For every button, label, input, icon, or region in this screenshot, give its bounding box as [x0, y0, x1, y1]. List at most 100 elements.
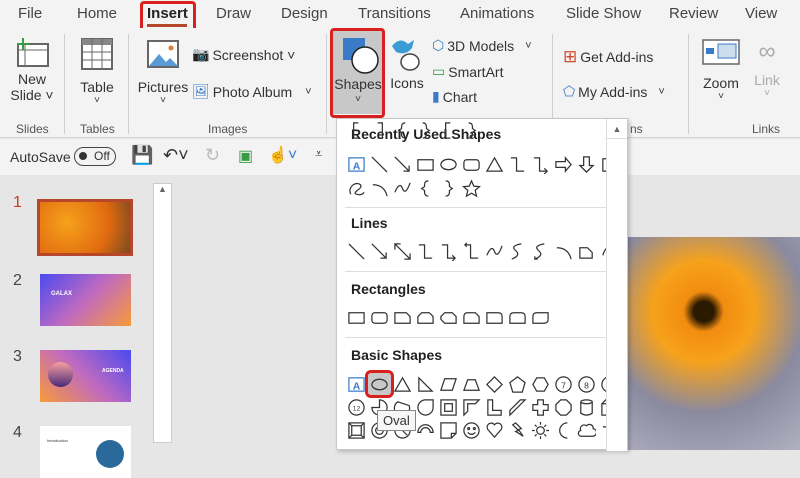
shape-diagstripe[interactable]	[506, 396, 529, 418]
get-addins-button[interactable]: ⊞ Get Add-ins	[563, 47, 653, 67]
shape-frame[interactable]	[437, 396, 460, 418]
slide-thumbnail-3[interactable]: AGENDA	[40, 350, 131, 402]
slide-canvas[interactable]	[625, 237, 800, 450]
tab-file[interactable]: File	[18, 5, 42, 22]
shape-dblarrow[interactable]	[391, 240, 414, 262]
shape-oval[interactable]	[365, 370, 394, 398]
shape-trapezoid[interactable]	[460, 373, 483, 395]
save-icon[interactable]: 💾	[131, 145, 153, 166]
shape-curve[interactable]	[391, 177, 414, 199]
touch-mode-icon[interactable]: ☝˅	[268, 145, 297, 165]
shape-bevel[interactable]	[345, 419, 368, 441]
shape-lightning[interactable]	[506, 419, 529, 441]
autosave-toggle[interactable]: Off	[74, 147, 116, 166]
shape-round2[interactable]	[506, 306, 529, 328]
zoom-button[interactable]: Zoom ˅	[698, 38, 744, 102]
shape-triangle[interactable]	[391, 373, 414, 395]
icons-button[interactable]: Icons	[388, 36, 426, 91]
photo-album-button[interactable]: 🖼 Photo Album ˅	[192, 83, 312, 100]
link-button[interactable]: ∞ Link ˅	[750, 38, 784, 99]
shape-snip2[interactable]	[414, 306, 437, 328]
shape-hexagon[interactable]	[529, 373, 552, 395]
shape-arrow[interactable]	[368, 240, 391, 262]
shape-lbrace2[interactable]	[391, 119, 414, 141]
shape-sun[interactable]	[529, 419, 552, 441]
undo-icon[interactable]: ↶˅	[163, 145, 189, 166]
shape-diamond[interactable]	[483, 373, 506, 395]
shape-line[interactable]	[345, 240, 368, 262]
shape-freeform2[interactable]	[575, 240, 598, 262]
shape-textbox[interactable]: A	[345, 373, 368, 395]
shape-curvearrow[interactable]	[506, 240, 529, 262]
shape-cloud[interactable]	[575, 419, 598, 441]
shape-arrow[interactable]	[391, 153, 414, 175]
shape-line[interactable]	[368, 153, 391, 175]
shape-roundsnip[interactable]	[460, 306, 483, 328]
shape-roundrect[interactable]	[368, 306, 391, 328]
shape-cross[interactable]	[529, 396, 552, 418]
shape-lbracket2[interactable]	[437, 119, 460, 141]
present-icon[interactable]: ▣	[238, 146, 253, 166]
smartart-button[interactable]: ▭ SmartArt	[432, 63, 503, 80]
shape-blockarc[interactable]	[414, 419, 437, 441]
shape-arc[interactable]	[552, 240, 575, 262]
my-addins-button[interactable]: ⬠ My Add-ins ˅	[563, 83, 665, 100]
shape-downarrow[interactable]	[575, 153, 598, 175]
shape-parallelogram[interactable]	[437, 373, 460, 395]
shape-lbracket[interactable]	[345, 119, 368, 141]
shape-rbrace2[interactable]	[414, 119, 437, 141]
shape-rbrace3[interactable]	[460, 119, 483, 141]
shape-halfframe[interactable]	[460, 396, 483, 418]
shapes-scrollbar[interactable]: ▲	[606, 119, 627, 451]
shape-round3[interactable]	[529, 306, 552, 328]
shape-rbracket[interactable]	[368, 119, 391, 141]
shape-arc[interactable]	[368, 177, 391, 199]
shape-rtriangle[interactable]	[414, 373, 437, 395]
tab-slide-show[interactable]: Slide Show	[566, 5, 641, 22]
shape-octagon[interactable]	[552, 396, 575, 418]
shape-elbow[interactable]	[506, 153, 529, 175]
shape-elbowdbl[interactable]	[460, 240, 483, 262]
tab-view[interactable]: View	[745, 5, 777, 22]
shape-foldedcorner[interactable]	[437, 419, 460, 441]
chart-button[interactable]: ▮ Chart	[432, 88, 477, 105]
3d-models-button[interactable]: ⬡ 3D Models ˅	[432, 37, 532, 54]
shape-teardrop[interactable]	[414, 396, 437, 418]
shape-pentagon[interactable]	[506, 373, 529, 395]
shape-round1[interactable]	[483, 306, 506, 328]
shape-snip1[interactable]	[391, 306, 414, 328]
shape-elbowarrow[interactable]	[529, 153, 552, 175]
pictures-button[interactable]: Pictures ˅	[137, 40, 189, 106]
shape-freeform[interactable]	[345, 177, 368, 199]
shape-lshape[interactable]	[483, 396, 506, 418]
table-button[interactable]: Table ˅	[74, 38, 120, 106]
shape-curve[interactable]	[483, 240, 506, 262]
shape-elbowarrow[interactable]	[437, 240, 460, 262]
shape-rect[interactable]	[414, 153, 437, 175]
shape-rightarrow[interactable]	[552, 153, 575, 175]
slide-thumbnail-2[interactable]: GALAX	[40, 274, 131, 326]
shape-n7[interactable]: 7	[552, 373, 575, 395]
tab-transitions[interactable]: Transitions	[358, 5, 431, 22]
customize-qat-icon[interactable]: ⩡	[315, 146, 322, 162]
shape-can[interactable]	[575, 396, 598, 418]
screenshot-button[interactable]: 📷 Screenshot ˅	[192, 46, 295, 63]
shape-textbox[interactable]: A	[345, 153, 368, 175]
shape-curvedbl[interactable]	[529, 240, 552, 262]
tab-draw[interactable]: Draw	[216, 5, 251, 22]
shape-lbrace[interactable]	[414, 177, 437, 199]
shape-roundrect[interactable]	[460, 153, 483, 175]
shape-smiley[interactable]	[460, 419, 483, 441]
tab-home[interactable]: Home	[77, 5, 117, 22]
shape-moon[interactable]	[552, 419, 575, 441]
shape-rbrace[interactable]	[437, 177, 460, 199]
slide-thumbnail-4[interactable]: Introduction	[40, 426, 131, 478]
shape-n12[interactable]: 12	[345, 396, 368, 418]
new-slide-button[interactable]: New Slide ˅	[8, 38, 56, 103]
shape-snip3[interactable]	[437, 306, 460, 328]
slide-thumbnail-1[interactable]	[37, 199, 133, 256]
shape-oval[interactable]	[437, 153, 460, 175]
shape-rect[interactable]	[345, 306, 368, 328]
tab-review[interactable]: Review	[669, 5, 718, 22]
shape-triangle[interactable]	[483, 153, 506, 175]
